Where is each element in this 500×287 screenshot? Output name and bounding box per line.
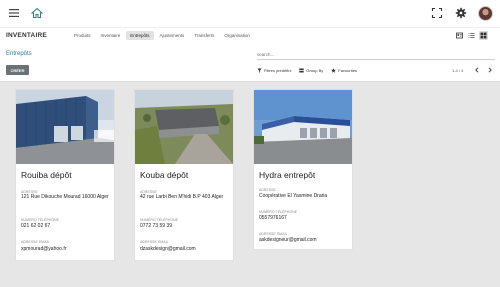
address-value: Coopérative El Yasmine Draria bbox=[259, 193, 328, 199]
group-by-icon bbox=[299, 68, 305, 73]
chevron-right-icon[interactable] bbox=[487, 67, 493, 73]
warehouse-card[interactable]: Kouba dépôt ADRESSE 42 rue Larbi Ben M'h… bbox=[134, 89, 234, 261]
search-input[interactable] bbox=[257, 50, 495, 60]
user-avatar[interactable] bbox=[478, 6, 493, 21]
hamburger-menu-icon[interactable] bbox=[8, 7, 20, 19]
phone-value: 0557976167 bbox=[259, 215, 287, 221]
card-title: Kouba dépôt bbox=[140, 170, 189, 180]
nav-inventaire[interactable]: Inventaire bbox=[97, 31, 125, 40]
nav-ajustements[interactable]: Ajustements bbox=[156, 31, 189, 40]
card-title: Hydra entrepôt bbox=[259, 170, 316, 180]
filter-icon bbox=[257, 68, 262, 73]
warehouse-card[interactable]: Hydra entrepôt ADRESSE Coopérative El Ya… bbox=[253, 89, 353, 250]
star-icon bbox=[331, 68, 337, 73]
grid-icon bbox=[480, 32, 487, 39]
warehouse-photo bbox=[135, 90, 233, 164]
create-button[interactable]: CRÉER bbox=[6, 65, 29, 75]
email-label: ADRESSE EMAIL bbox=[21, 240, 50, 244]
app-title: INVENTAIRE bbox=[6, 32, 47, 39]
home-icon[interactable] bbox=[31, 7, 43, 19]
phone-label: NUMÉRO TÉLÉPHONE bbox=[259, 210, 298, 214]
email-value: xpmourad@yahoo.fr bbox=[21, 246, 67, 252]
card-view-button[interactable] bbox=[455, 31, 464, 40]
address-value: 42 rue Larbi Ben M'hidi B.P 403 Alger bbox=[140, 194, 224, 200]
kanban-view-button[interactable] bbox=[479, 31, 488, 40]
email-label: ADRESSE EMAIL bbox=[259, 232, 288, 236]
group-by-dropdown[interactable]: Group By bbox=[299, 68, 323, 73]
nav-transferts[interactable]: Transferts bbox=[190, 31, 218, 40]
main-nav: Produits Inventaire Entrepôts Ajustement… bbox=[70, 31, 254, 40]
app-menu-bar: INVENTAIRE Produits Inventaire Entrepôts… bbox=[0, 27, 500, 44]
chevron-left-icon[interactable] bbox=[474, 67, 480, 73]
nav-organisation[interactable]: Organisation bbox=[220, 31, 254, 40]
group-by-label: Group By bbox=[306, 68, 324, 73]
breadcrumb[interactable]: Entrepôts bbox=[6, 51, 32, 57]
list-icon bbox=[468, 33, 475, 38]
top-bar bbox=[0, 0, 500, 27]
card-title: Rouiba dépôt bbox=[21, 170, 72, 180]
id-card-icon bbox=[456, 32, 463, 39]
warehouse-photo bbox=[254, 90, 352, 164]
favorites-label: Favourites bbox=[338, 68, 357, 73]
filters-dropdown[interactable]: Filtres prédéfini bbox=[257, 68, 291, 73]
gear-icon[interactable] bbox=[455, 7, 467, 19]
warehouse-card[interactable]: Rouiba dépôt ADRESSE 121 Rue Dikouche Mo… bbox=[15, 89, 115, 261]
phone-value: 0772 73 59 39 bbox=[140, 223, 172, 229]
address-value: 121 Rue Dikouche Mourad 16000 Alger bbox=[21, 194, 109, 200]
phone-label: NUMÉRO TÉLÉPHONE bbox=[21, 218, 60, 222]
view-switcher bbox=[455, 31, 488, 40]
warehouse-photo bbox=[16, 90, 114, 164]
nav-entrepots[interactable]: Entrepôts bbox=[126, 31, 154, 40]
filters-label: Filtres prédéfini bbox=[264, 68, 292, 73]
address-label: ADRESSE bbox=[259, 188, 276, 192]
email-value: askdesigneur@gmail.com bbox=[259, 237, 317, 243]
email-value: dzaskdesign@gmail.com bbox=[140, 246, 196, 252]
phone-label: NUMÉRO TÉLÉPHONE bbox=[140, 218, 179, 222]
search-options: Filtres prédéfini Group By Favourites bbox=[257, 68, 357, 73]
phone-value: 021 62 02 67 bbox=[21, 223, 51, 229]
pager-value[interactable]: 1-4 / 4 bbox=[452, 68, 463, 73]
email-label: ADRESSE EMAIL bbox=[140, 240, 169, 244]
favorites-dropdown[interactable]: Favourites bbox=[331, 68, 357, 73]
expand-icon[interactable] bbox=[431, 7, 443, 19]
list-view-button[interactable] bbox=[467, 31, 476, 40]
nav-produits[interactable]: Produits bbox=[70, 31, 95, 40]
